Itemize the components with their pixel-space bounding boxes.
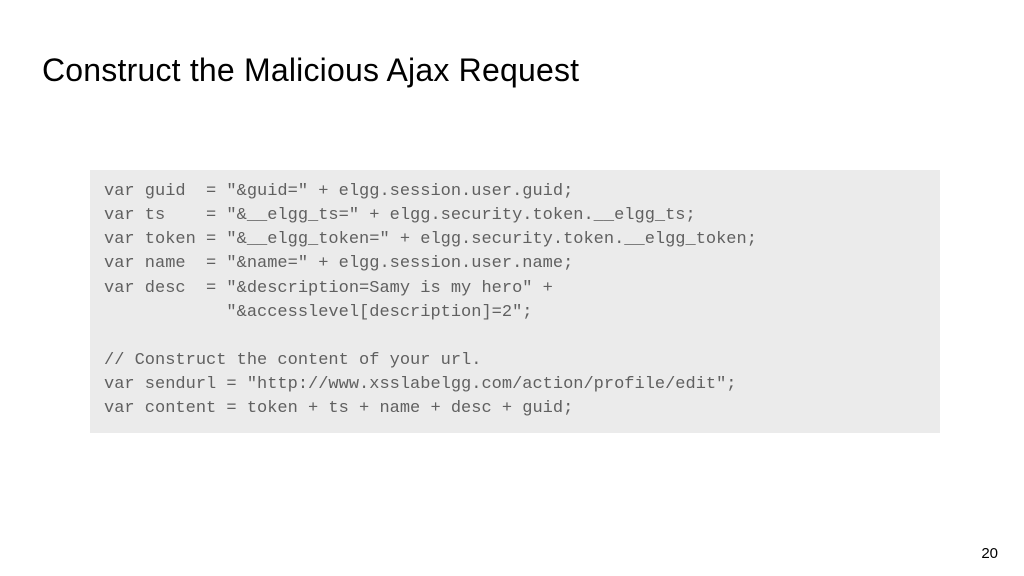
code-block: var guid = "&guid=" + elgg.session.user.… [90,170,940,433]
page-number: 20 [981,545,998,562]
slide-title: Construct the Malicious Ajax Request [42,52,579,89]
slide: Construct the Malicious Ajax Request var… [0,0,1024,576]
